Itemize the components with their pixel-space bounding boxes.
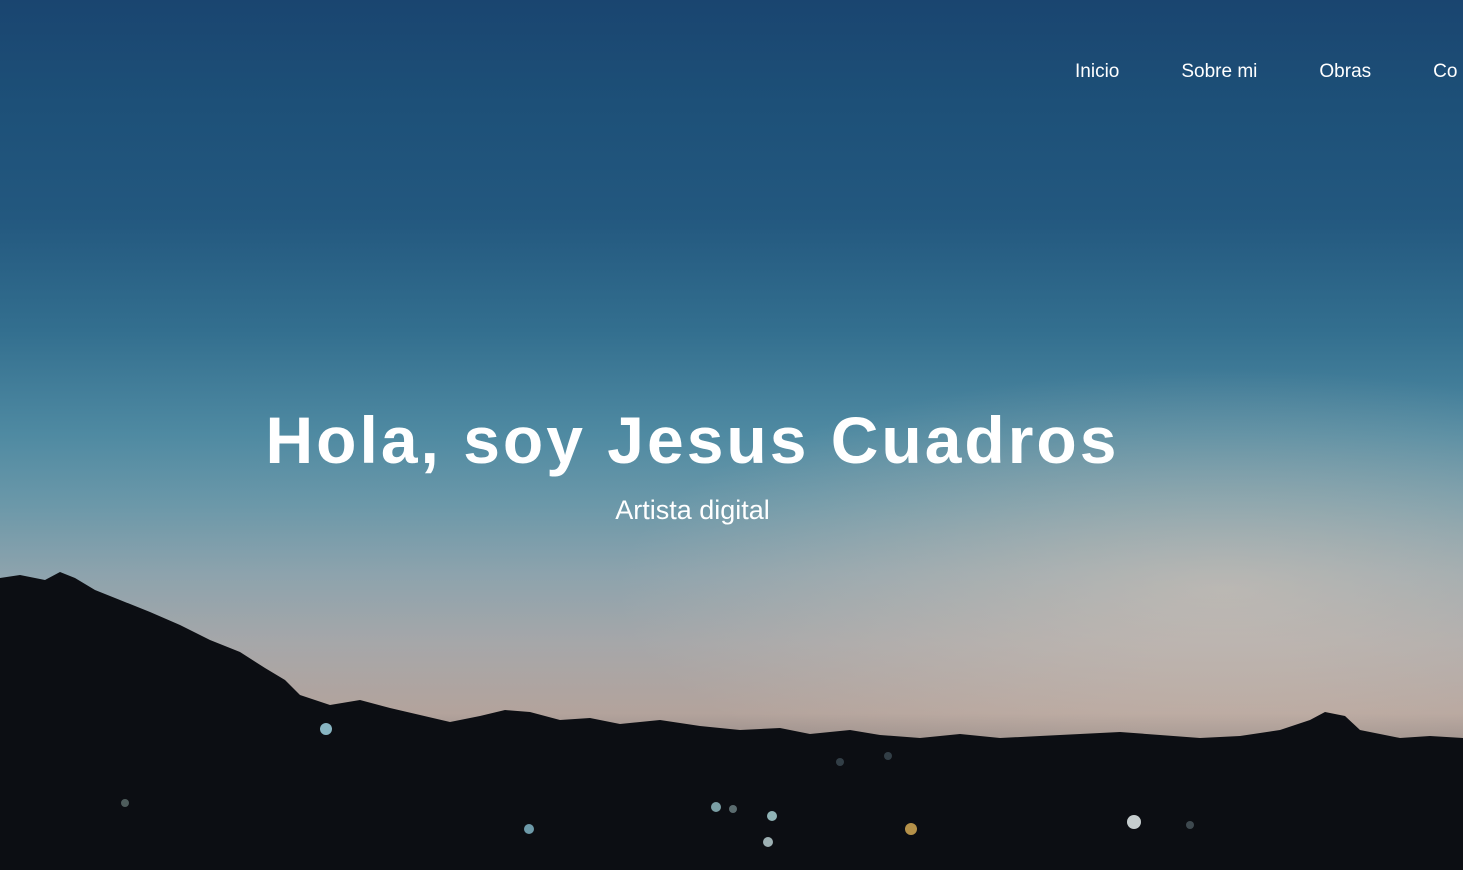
- hero-section: Inicio Sobre mi Obras Co Hola, soy Jesus…: [0, 0, 1463, 870]
- nav-link-obras[interactable]: Obras: [1319, 58, 1371, 86]
- hero-subtitle: Artista digital: [615, 495, 770, 525]
- main-nav: Inicio Sobre mi Obras Co: [1075, 58, 1463, 86]
- hero-title: Hola, soy Jesus Cuadros: [265, 403, 1120, 477]
- nav-link-contacto[interactable]: Co: [1433, 58, 1457, 86]
- nav-link-sobre-mi[interactable]: Sobre mi: [1181, 58, 1257, 86]
- nav-link-inicio[interactable]: Inicio: [1075, 58, 1119, 86]
